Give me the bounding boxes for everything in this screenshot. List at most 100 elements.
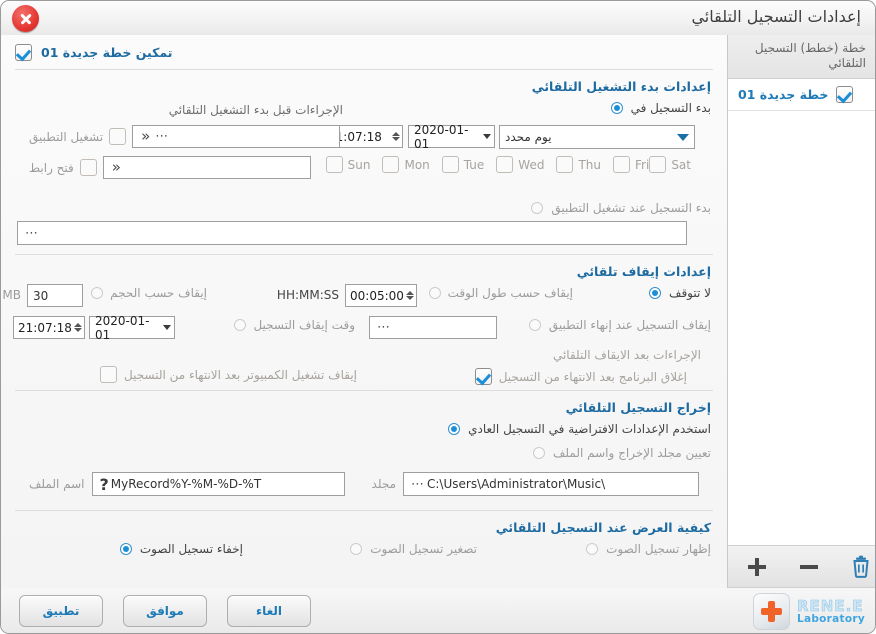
set-folder-radio[interactable] [533,447,545,459]
use-default-radio[interactable] [448,423,461,435]
weekday-sat[interactable]: Sat [649,156,691,173]
display-minimize-radio[interactable] [350,543,363,555]
footer-buttons: الغاء موافق تطبيق [19,595,311,627]
remove-plan-icon[interactable] [796,554,822,580]
duration-value: 00:05:00 [350,288,404,303]
launch-path-input[interactable]: ⋯ [17,221,687,245]
weekday-wed-label: Wed [518,157,545,172]
stop-by-size-radio[interactable] [91,287,104,299]
stop-time-radio[interactable] [234,319,247,331]
apply-button[interactable]: تطبيق [19,595,103,627]
start-date-picker[interactable]: 2020-01-01 [408,123,495,151]
weekday-mon-checkbox[interactable] [382,156,400,173]
browse-chevron-icon[interactable]: » [138,129,153,144]
stop-on-app-exit-radio[interactable] [528,319,541,331]
spinner-arrows[interactable] [390,132,400,141]
spinner-arrows[interactable] [72,323,82,332]
stop-by-duration-row[interactable]: إيقاف حسب طول الوقت [428,286,573,300]
weekday-tue-checkbox[interactable] [441,156,459,173]
weekday-thu[interactable]: Thu [556,156,601,173]
run-app-input[interactable]: » ⋯ [132,125,341,148]
stop-date-value: 2020-01-01 [95,313,150,342]
no-stop-radio-row[interactable]: لا تتوقف [649,286,711,300]
filename-input[interactable]: ? MyRecord%Y-%M-%D-%T [91,472,345,496]
display-hide-label: إخفاء تسجيل الصوت [139,542,243,556]
start-at-label: بدء التسجيل في [630,101,711,115]
stop-time-spinner[interactable]: 21:07:18 [13,316,85,339]
open-link-input[interactable]: » [102,156,311,179]
stop-time-row[interactable]: وقت إيقاف التسجيل [234,318,355,332]
weekday-sat-label: Sat [671,157,691,172]
chevron-down-icon [677,133,689,141]
weekday-mon[interactable]: Mon [382,156,430,173]
enable-plan-checkbox[interactable] [15,43,32,61]
duration-spinner[interactable]: 00:05:00 [345,284,417,307]
cancel-button[interactable]: الغاء [227,595,311,627]
divider [15,390,713,391]
weekday-sun-checkbox[interactable] [325,156,343,173]
close-program-checkbox[interactable] [474,368,492,385]
start-on-launch-radio-row[interactable]: بدء التسجيل عند تشغيل التطبيق [531,201,711,215]
weekday-tue-label: Tue [463,157,485,172]
spinner-arrows[interactable] [404,291,414,300]
display-show-radio[interactable] [586,543,599,555]
sidebar-item-plan[interactable]: خطة جديدة 01 [728,79,875,111]
weekday-fri-label: Fri [635,157,650,172]
delete-plan-trash-icon[interactable] [848,554,874,580]
stop-by-size-label: إيقاف حسب الحجم [110,286,207,300]
weekday-sun[interactable]: Sun [325,156,370,173]
start-on-launch-radio[interactable] [531,202,544,214]
app-exit-input[interactable]: ⋯ [369,316,497,339]
display-hide-radio[interactable] [119,543,132,555]
stop-by-duration-radio[interactable] [428,287,441,299]
stop-date-picker[interactable]: 2020-01-01 [89,313,175,342]
ok-button[interactable]: موافق [123,595,207,627]
display-show-row[interactable]: إظهار تسجيل الصوت [586,542,711,556]
folder-field-row: مجلد ⋯ C:\Users\Administrator\Music\ [372,472,699,496]
folder-ellipsis-icon[interactable]: ⋯ [409,477,427,492]
filename-field-row: اسم الملف ? MyRecord%Y-%M-%D-%T [29,472,345,496]
weekday-mon-label: Mon [404,157,430,172]
no-stop-radio[interactable] [649,287,662,299]
shutdown-checkbox[interactable] [100,366,118,383]
folder-input[interactable]: ⋯ C:\Users\Administrator\Music\ [403,472,699,496]
stop-on-app-exit-label: إيقاف التسجيل عند إنهاء التطبيق [548,318,711,332]
after-stop-actions-title: الإجراءات بعد الايقاف التلقائي [552,348,701,362]
run-app-ellipsis-icon[interactable]: ⋯ [153,129,171,144]
weekday-tue[interactable]: Tue [441,156,485,173]
no-stop-label: لا تتوقف [669,286,711,300]
weekday-sat-checkbox[interactable] [649,156,667,173]
enable-plan-row[interactable]: تمكين خطة جديدة 01 [15,35,713,69]
shutdown-label: إيقاف تشغيل الكمبيوتر بعد الانتهاء من ال… [124,367,357,382]
launch-path-ellipsis-icon[interactable]: ⋯ [23,226,41,241]
weekday-fri[interactable]: Fri [613,156,649,173]
close-icon[interactable] [12,5,39,32]
plan-enable-checkbox[interactable] [836,86,854,103]
weekday-thu-checkbox[interactable] [556,156,574,173]
display-hide-row[interactable]: إخفاء تسجيل الصوت [119,542,243,556]
weekday-fri-checkbox[interactable] [613,156,631,173]
help-icon[interactable]: ? [98,475,111,494]
start-at-radio[interactable] [610,102,623,114]
stop-on-app-exit-row[interactable]: إيقاف التسجيل عند إنهاء التطبيق [528,318,711,332]
start-at-radio-row[interactable]: بدء التسجيل في [610,101,711,115]
run-app-checkbox[interactable] [109,128,127,145]
shutdown-row[interactable]: إيقاف تشغيل الكمبيوتر بعد الانتهاء من ال… [100,366,357,383]
size-input[interactable]: 30 [27,284,83,307]
display-show-label: إظهار تسجيل الصوت [606,542,711,556]
browse-chevron-icon[interactable]: » [109,160,124,175]
brand-logo: RENE.E Laboratory [752,593,865,630]
weekday-wed-checkbox[interactable] [496,156,514,173]
close-program-row[interactable]: إغلاق البرنامج بعد الانتهاء من التسجيل [474,368,687,385]
set-folder-row[interactable]: تعيين مجلد الإخراج واسم الملف [533,446,711,460]
day-select[interactable]: يوم محدد [499,125,695,149]
app-exit-ellipsis-icon[interactable]: ⋯ [375,320,393,335]
stop-by-size-row[interactable]: إيقاف حسب الحجم [91,286,207,300]
stop-time-value: 21:07:18 [18,320,72,335]
weekday-wed[interactable]: Wed [496,156,544,173]
display-minimize-row[interactable]: تصغير تسجيل الصوت [350,542,477,556]
open-link-checkbox[interactable] [79,159,97,176]
use-default-row[interactable]: استخدم الإعدادات الافتراضية في التسجيل ا… [448,422,711,436]
rene-cross-icon [752,593,790,630]
add-plan-icon[interactable] [744,554,770,580]
